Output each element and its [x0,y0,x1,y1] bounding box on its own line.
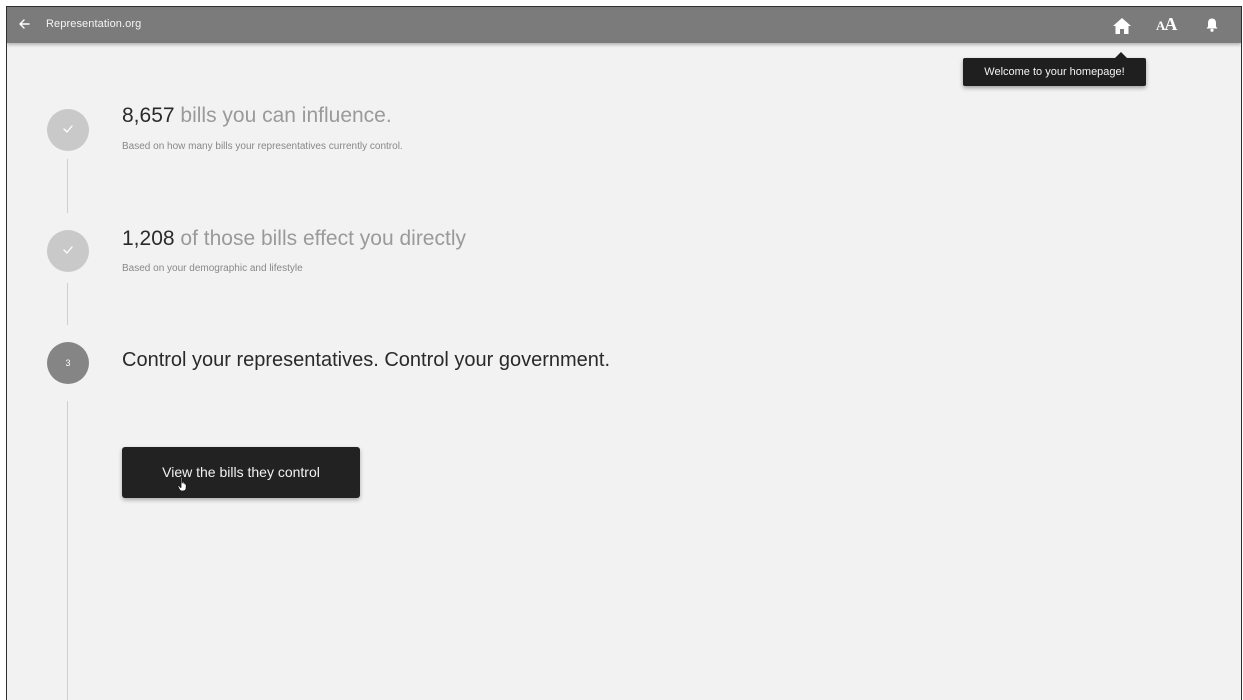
step-2-title: of those bills effect you directly [174,227,466,250]
font-size-icon-large-letter: A [1164,14,1178,34]
step-3-headline: Control your representatives. Control yo… [122,349,611,371]
step-2-subtitle: Based on your demographic and lifestyle [122,263,303,274]
view-bills-button[interactable]: View the bills they control [122,447,360,498]
checkmark-icon [63,125,73,133]
step-3-current-badge: 3 [47,342,89,384]
site-title[interactable]: Representation.org [46,18,141,30]
bell-icon[interactable] [1205,17,1219,33]
step-2-complete-badge [47,230,89,272]
step-1-title: bills you can influence. [174,104,392,127]
app-window: Representation.org AA Welcome to your ho… [6,6,1242,700]
step-1-subtitle: Based on how many bills your representat… [122,141,403,152]
step-connector-line [67,283,68,325]
home-tooltip: Welcome to your homepage! [963,58,1146,86]
font-size-icon[interactable]: AA [1156,14,1182,34]
checkmark-icon [63,246,73,254]
step-1-headline: 8,657 bills you can influence. [122,104,392,128]
back-arrow-icon[interactable] [17,17,31,31]
home-icon[interactable] [1112,17,1132,35]
step-connector-line [67,159,68,213]
step-1-count: 8,657 [122,104,175,127]
step-connector-line [67,401,68,700]
top-app-bar: Representation.org AA [7,7,1241,43]
step-2-headline: 1,208 of those bills effect you directly [122,227,466,251]
hand-pointer-cursor-icon [177,476,189,492]
step-2-count: 1,208 [122,227,175,250]
step-1-complete-badge [47,109,89,151]
